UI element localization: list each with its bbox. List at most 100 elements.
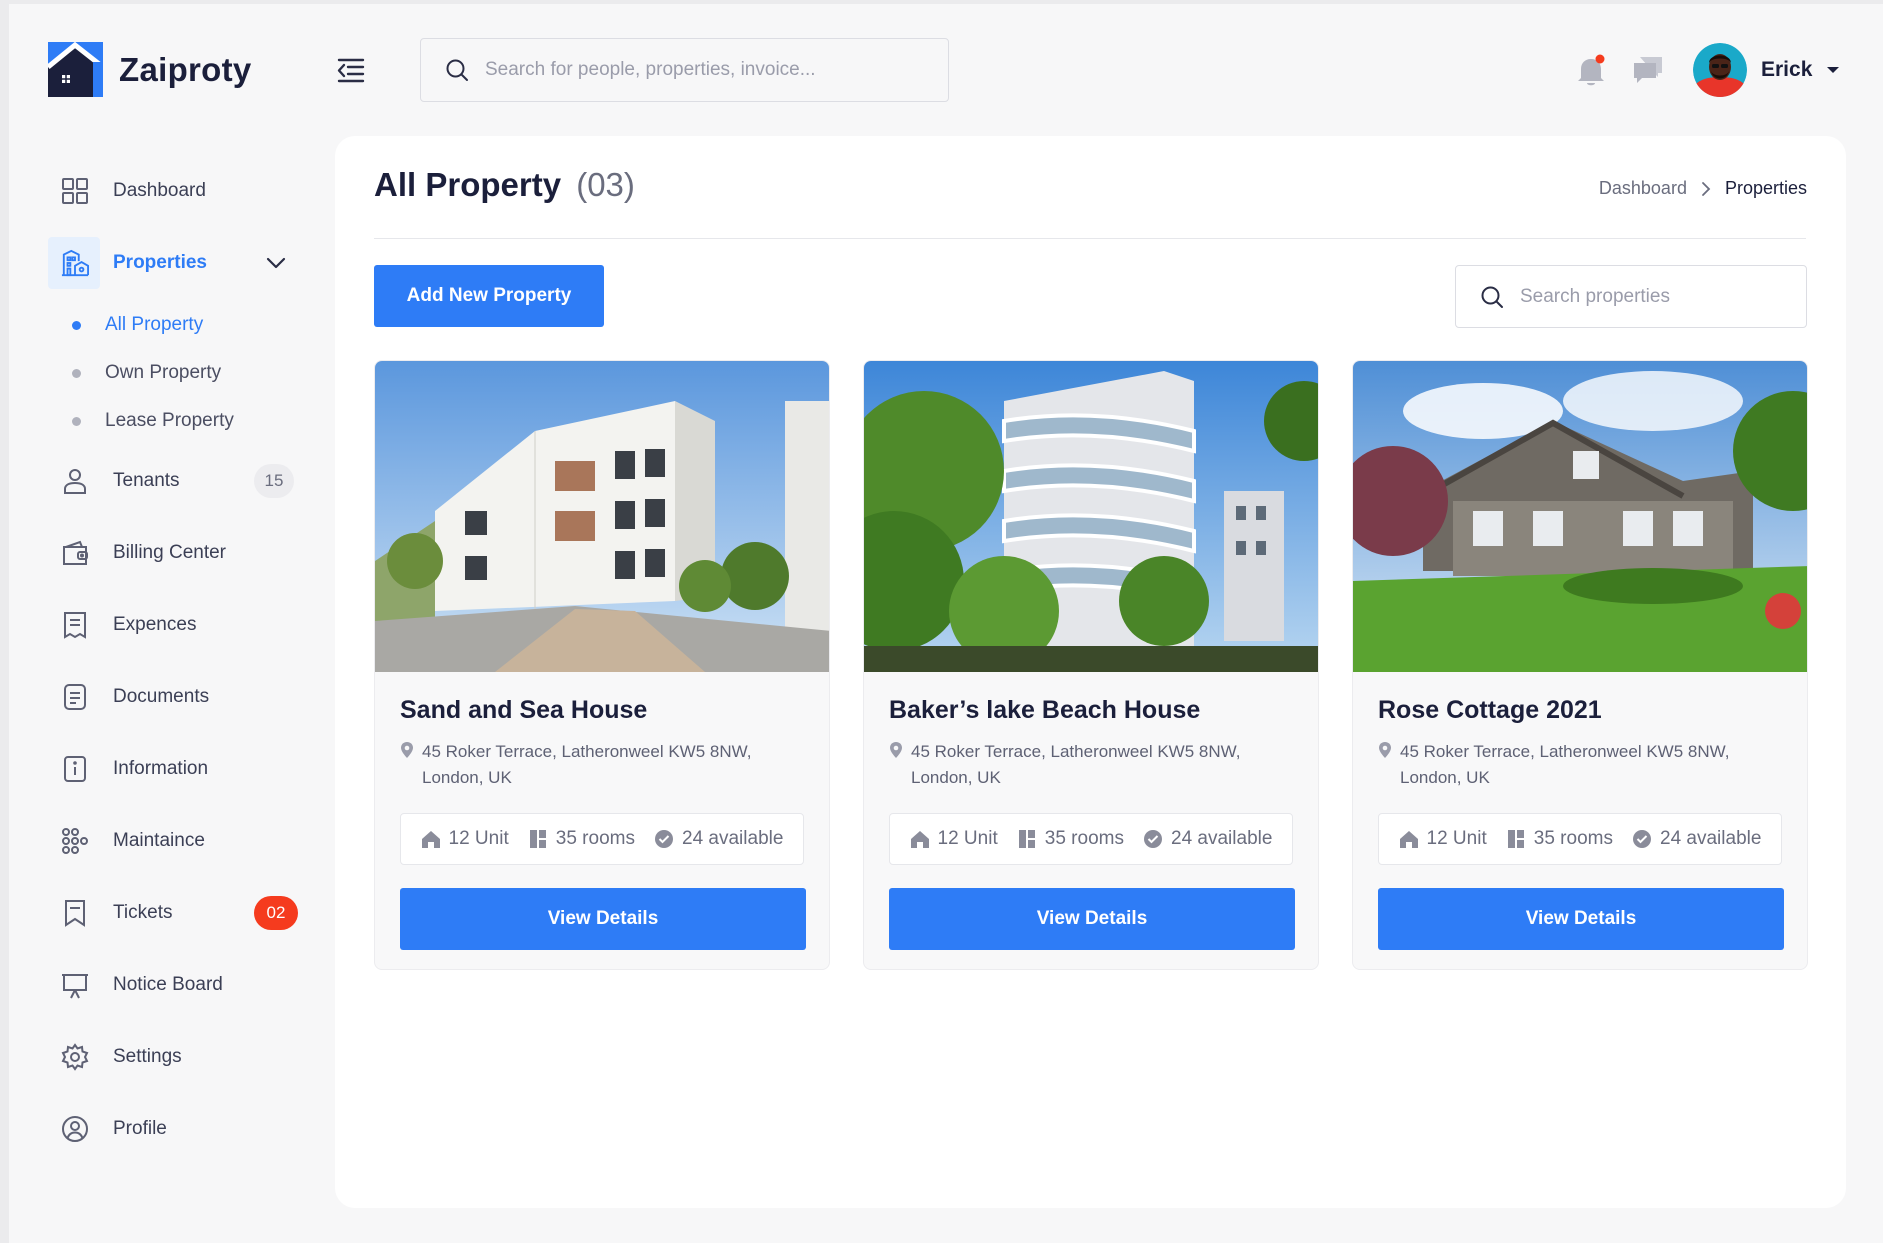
location-pin-icon: [401, 742, 413, 758]
add-new-property-button[interactable]: Add New Property: [374, 265, 604, 327]
rooms-icon: [529, 830, 546, 848]
stat-available: 24 available: [1632, 828, 1761, 850]
rooms-text: 35 rooms: [1533, 828, 1613, 849]
check-circle-icon: [1633, 830, 1652, 848]
sidebar-item-label: Dashboard: [113, 180, 206, 201]
check-circle-icon: [1144, 830, 1163, 848]
subnav-item-lease-property[interactable]: Lease Property: [48, 397, 300, 445]
global-search[interactable]: [420, 38, 949, 102]
user-name: Erick: [1761, 58, 1813, 81]
chevron-down-icon[interactable]: [264, 251, 288, 275]
home-icon: [1399, 831, 1418, 848]
stat-units: 12 Unit: [1399, 828, 1487, 850]
sidebar-item-label: Tenants: [113, 470, 180, 491]
stat-units: 12 Unit: [910, 828, 998, 850]
sidebar-item-maintaince[interactable]: Maintaince: [48, 815, 300, 867]
sidebar-item-documents[interactable]: Documents: [48, 671, 300, 723]
divider: [374, 238, 1806, 239]
receipt-icon: [61, 611, 89, 639]
subnav-item-label: All Property: [105, 314, 204, 335]
subnav-item-own-property[interactable]: Own Property: [48, 349, 300, 397]
sidebar-item-label: Notice Board: [113, 974, 223, 995]
stat-available: 24 available: [1143, 828, 1272, 850]
house-logo-icon: [48, 42, 103, 97]
address-text: 45 Roker Terrace, Latheronweel KW5 8NW, …: [422, 742, 752, 787]
sidebar-item-properties[interactable]: Properties: [48, 237, 300, 289]
address-text: 45 Roker Terrace, Latheronweel KW5 8NW, …: [1400, 742, 1730, 787]
left-strip: [0, 0, 9, 1243]
property-title[interactable]: Sand and Sea House: [400, 696, 647, 725]
bullet-dot: [72, 368, 81, 378]
logo[interactable]: Zaiproty: [48, 42, 252, 97]
sidebar-item-dashboard[interactable]: Dashboard: [48, 165, 300, 217]
tenants-count-badge: 15: [254, 464, 294, 498]
property-stats: 12 Unit 35 rooms 24 available: [1378, 813, 1782, 865]
board-icon: [61, 971, 89, 999]
units-text: 12 Unit: [937, 828, 998, 849]
sidebar-item-tenants[interactable]: Tenants 15: [48, 455, 300, 507]
available-text: 24 available: [1660, 828, 1762, 849]
sidebar-item-label: Information: [113, 758, 209, 779]
sidebar-item-label: Billing Center: [113, 542, 226, 563]
property-stats: 12 Unit 35 rooms 24 available: [400, 813, 804, 865]
view-details-button[interactable]: View Details: [400, 888, 806, 950]
document-icon: [61, 683, 89, 711]
property-search-input[interactable]: [1520, 285, 1780, 308]
location-pin-icon: [1379, 742, 1391, 758]
property-count: (03): [576, 166, 635, 203]
breadcrumb-current: Properties: [1724, 178, 1807, 198]
sidebar-item-label: Profile: [113, 1118, 167, 1139]
chevron-right-icon: [1702, 181, 1711, 196]
rooms-text: 35 rooms: [1044, 828, 1124, 849]
bullet-dot: [72, 320, 81, 330]
stat-rooms: 35 rooms: [1506, 828, 1613, 850]
property-title[interactable]: Rose Cottage 2021: [1378, 696, 1602, 725]
view-details-button[interactable]: View Details: [1378, 888, 1784, 950]
sidebar-item-tickets[interactable]: Tickets 02: [48, 887, 300, 939]
sidebar-item-settings[interactable]: Settings: [48, 1031, 300, 1083]
sidebar-item-label: Tickets: [113, 902, 173, 923]
view-details-button[interactable]: View Details: [889, 888, 1295, 950]
property-title[interactable]: Baker’s lake Beach House: [889, 696, 1200, 725]
stat-units: 12 Unit: [421, 828, 509, 850]
subnav-item-label: Lease Property: [105, 410, 234, 431]
breadcrumb: Dashboard Properties: [1599, 178, 1807, 199]
property-address: 45 Roker Terrace, Latheronweel KW5 8NW, …: [889, 739, 1289, 791]
chat-icon[interactable]: [1632, 55, 1664, 85]
tickets-count-badge: 02: [254, 896, 298, 930]
stat-available: 24 available: [654, 828, 783, 850]
subnav-item-all-property[interactable]: All Property: [48, 301, 300, 349]
global-search-input[interactable]: [485, 59, 905, 81]
caret-down-icon: [1827, 67, 1840, 73]
bullet-dot: [72, 416, 81, 426]
user-menu[interactable]: Erick: [1693, 43, 1840, 97]
subnav-item-label: Own Property: [105, 362, 222, 383]
address-text: 45 Roker Terrace, Latheronweel KW5 8NW, …: [911, 742, 1241, 787]
sidebar-item-notice-board[interactable]: Notice Board: [48, 959, 300, 1011]
sidebar: Dashboard Properties All Property Own Pr…: [48, 165, 300, 1175]
sidebar-item-information[interactable]: Information: [48, 743, 300, 795]
property-card: Sand and Sea House 45 Roker Terrace, Lat…: [374, 360, 830, 970]
rooms-text: 35 rooms: [555, 828, 635, 849]
property-address: 45 Roker Terrace, Latheronweel KW5 8NW, …: [400, 739, 800, 791]
ticket-icon: [61, 899, 89, 927]
breadcrumb-link-dashboard[interactable]: Dashboard: [1599, 178, 1687, 199]
search-icon: [1481, 286, 1503, 308]
stat-rooms: 35 rooms: [528, 828, 635, 850]
check-circle-icon: [655, 830, 674, 848]
menu-collapse-icon[interactable]: [336, 55, 366, 85]
stat-rooms: 35 rooms: [1017, 828, 1124, 850]
home-icon: [421, 831, 440, 848]
sidebar-item-label: Properties: [113, 252, 207, 273]
balcony-apartment-trees-photo: [864, 361, 1318, 672]
notification-dot: [1595, 54, 1605, 64]
sidebar-item-expences[interactable]: Expences: [48, 599, 300, 651]
sidebar-item-profile[interactable]: Profile: [48, 1103, 300, 1155]
home-icon: [910, 831, 929, 848]
rooms-icon: [1507, 830, 1524, 848]
property-search[interactable]: [1455, 265, 1807, 328]
sidebar-item-billing-center[interactable]: Billing Center: [48, 527, 300, 579]
notification-bell-icon[interactable]: [1575, 53, 1607, 87]
available-text: 24 available: [1171, 828, 1273, 849]
property-cards: Sand and Sea House 45 Roker Terrace, Lat…: [374, 360, 1808, 970]
